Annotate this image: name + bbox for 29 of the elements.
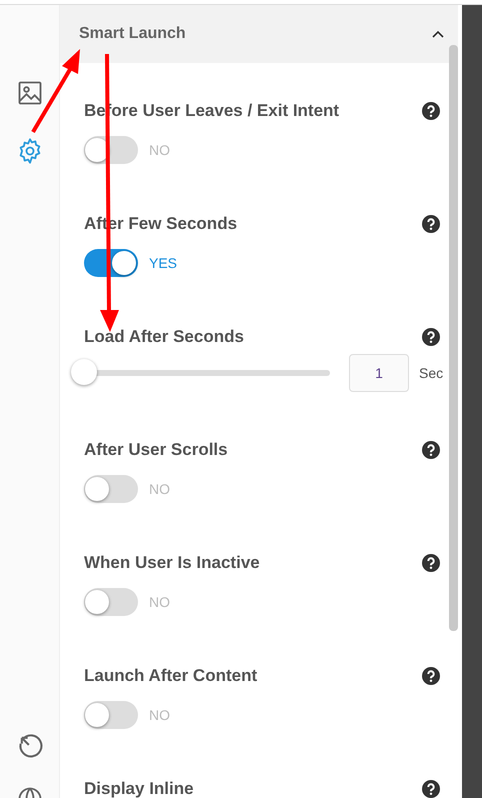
toggle-switch[interactable] — [84, 136, 138, 164]
slider-thumb[interactable] — [71, 359, 97, 385]
toggle-state: NO — [149, 480, 170, 498]
help-icon[interactable] — [422, 215, 440, 233]
help-icon[interactable] — [422, 102, 440, 120]
toggle-switch[interactable] — [84, 588, 138, 616]
scrollbar[interactable] — [449, 45, 458, 631]
help-icon[interactable] — [422, 441, 440, 459]
toggle-switch[interactable] — [84, 701, 138, 729]
unit-label: Sec — [419, 364, 444, 382]
section-title[interactable]: Smart Launch — [79, 22, 186, 46]
setting-label: When User Is Inactive — [84, 552, 260, 574]
help-icon[interactable] — [422, 554, 440, 572]
toggle-state: NO — [149, 140, 170, 160]
chevron-icon[interactable] — [432, 30, 444, 38]
toggle-state: NO — [149, 592, 170, 612]
help-icon[interactable] — [422, 667, 440, 685]
setting-label: After User Scrolls — [84, 439, 228, 461]
toggle-state: NO — [149, 706, 170, 724]
help-icon[interactable] — [422, 780, 440, 798]
toggle-state: YES — [149, 254, 178, 272]
setting-label: Display Inline — [84, 778, 194, 798]
help-icon[interactable] — [422, 328, 440, 346]
image-icon[interactable] — [16, 79, 44, 107]
setting-label: Launch After Content — [84, 665, 258, 687]
setting-label: Load After Seconds — [84, 326, 244, 348]
toggle-switch[interactable] — [84, 475, 138, 503]
toggle-switch[interactable] — [84, 249, 138, 277]
seconds-input[interactable]: 1 — [349, 354, 409, 392]
